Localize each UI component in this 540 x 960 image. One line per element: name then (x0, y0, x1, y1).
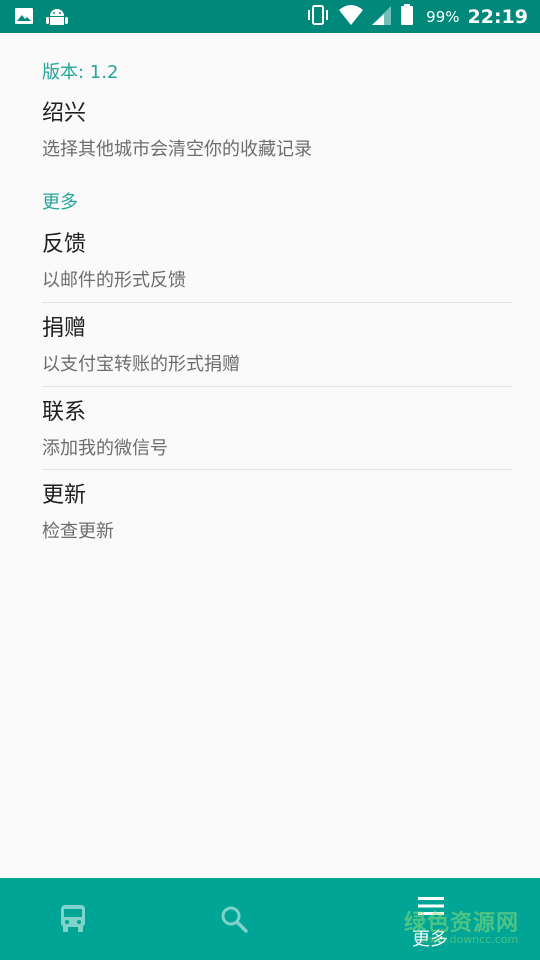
pref-feedback[interactable]: 反馈 以邮件的形式反馈 (42, 226, 512, 292)
nav-item-search[interactable] (180, 878, 360, 960)
wifi-icon (338, 4, 364, 30)
pref-contact[interactable]: 联系 添加我的微信号 (42, 394, 512, 460)
search-icon (220, 905, 248, 937)
divider (42, 302, 512, 303)
pref-summary: 检查更新 (42, 521, 114, 542)
bus-icon (60, 904, 86, 938)
pref-summary: 以支付宝转账的形式捐赠 (42, 354, 240, 375)
clock: 22:19 (467, 6, 528, 28)
image-icon (14, 6, 34, 32)
pref-title: 更新 (42, 483, 87, 508)
pref-summary: 添加我的微信号 (42, 438, 168, 459)
pref-summary: 以邮件的形式反馈 (42, 270, 186, 291)
battery-icon (400, 4, 414, 30)
signal-icon (372, 4, 392, 30)
divider (42, 386, 512, 387)
pref-summary: 选择其他城市会清空你的收藏记录 (42, 139, 312, 160)
pref-title: 反馈 (42, 232, 87, 257)
nav-item-bus[interactable] (0, 878, 180, 960)
version-header: 版本: 1.2 (42, 62, 119, 83)
pref-donate[interactable]: 捐赠 以支付宝转账的形式捐赠 (42, 310, 512, 376)
settings-list: 版本: 1.2 绍兴 选择其他城市会清空你的收藏记录 更多 反馈 以邮件的形式反… (0, 33, 540, 878)
vibrate-icon (306, 4, 330, 30)
watermark-url: www.downcc.com (420, 933, 519, 946)
more-header: 更多 (42, 192, 78, 213)
pref-title: 联系 (42, 400, 87, 425)
pref-update[interactable]: 更新 检查更新 (42, 477, 512, 543)
pref-city[interactable]: 绍兴 选择其他城市会清空你的收藏记录 (42, 95, 512, 161)
battery-percent: 99% (426, 8, 460, 26)
divider (42, 469, 512, 470)
pref-title: 绍兴 (42, 101, 87, 126)
pref-title: 捐赠 (42, 316, 87, 341)
status-bar: 99% 22:19 (0, 0, 540, 33)
android-icon (46, 6, 68, 32)
